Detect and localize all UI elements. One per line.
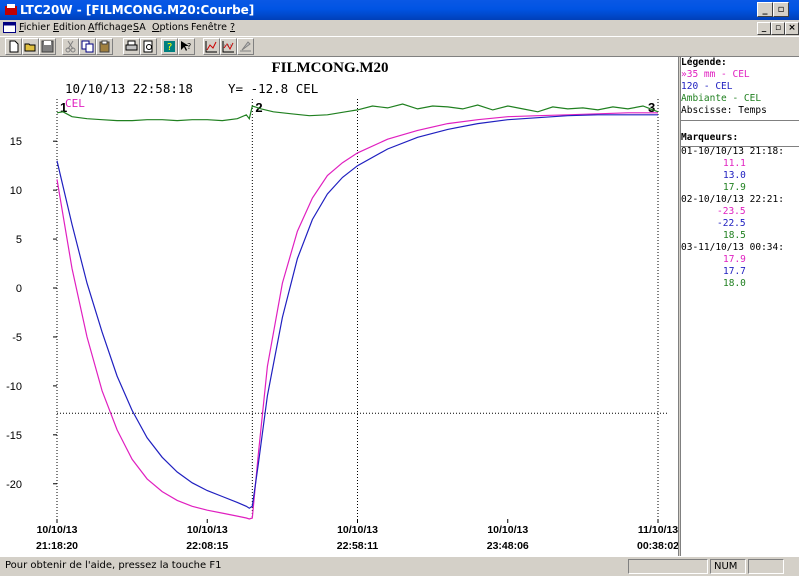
- svg-text:?: ?: [167, 42, 172, 53]
- new-button[interactable]: [5, 38, 22, 55]
- minimize-button[interactable]: _: [757, 2, 773, 17]
- x-tick-date: 10/10/13: [337, 524, 378, 536]
- context-help-button[interactable]: ?: [178, 38, 195, 55]
- y-tick-label: -10: [6, 381, 22, 393]
- marker-1-value-120: 13.0: [723, 170, 746, 181]
- y-tick-label: -5: [12, 332, 22, 344]
- menu-sa[interactable]: SA: [133, 22, 146, 33]
- chart-line-button[interactable]: [220, 38, 237, 55]
- x-tick-time: 21:18:20: [36, 540, 78, 552]
- marker-1-value-35mm: 11.1: [723, 158, 746, 169]
- y-tick-label: -15: [6, 430, 22, 442]
- chart-grid-button[interactable]: [203, 38, 220, 55]
- help-button[interactable]: ?: [161, 38, 178, 55]
- toolbar: ? ?: [0, 36, 799, 57]
- legend-entry-ambiante: Ambiante - CEL: [681, 93, 762, 104]
- app-icon: [5, 4, 17, 15]
- marker-3-value-35mm: 17.9: [723, 254, 746, 265]
- status-num-indicator: NUM: [710, 559, 746, 574]
- chart-title: FILMCONG.M20: [271, 60, 388, 76]
- title-bar[interactable]: LTC20W - [FILMCONG.M20:Courbe] _ ▫ ×: [0, 0, 799, 20]
- cursor-y-readout: Y= -12.8 CEL: [228, 81, 318, 96]
- menu-affichage[interactable]: Affichage: [88, 22, 133, 33]
- mdi-minimize-button[interactable]: _: [757, 22, 771, 35]
- marker-3-value-120: 17.7: [723, 266, 746, 277]
- cursor-time-readout: 10/10/13 22:58:18: [65, 81, 193, 96]
- y-tick-label: 5: [16, 234, 22, 246]
- marker-1-value-ambiante: 17.9: [723, 182, 746, 193]
- copy-button[interactable]: [79, 38, 96, 55]
- marker-2-value-120: -22.5: [717, 218, 746, 229]
- y-tick-label: 10: [10, 185, 22, 197]
- open-icon: [24, 43, 36, 52]
- legend-divider: [681, 120, 799, 121]
- menu-options[interactable]: Options: [152, 22, 189, 33]
- marker-3-value-ambiante: 18.0: [723, 278, 746, 289]
- legend-entry-35mm: »35 mm - CEL: [681, 69, 750, 80]
- x-tick-time: 00:38:02: [637, 540, 678, 552]
- x-tick-time: 22:58:11: [337, 540, 379, 552]
- svg-text:?: ?: [187, 42, 191, 51]
- x-tick-date: 10/10/13: [37, 524, 78, 536]
- save-icon: [41, 40, 54, 53]
- restore-button[interactable]: ▫: [773, 2, 789, 17]
- help-icon: ?: [164, 41, 175, 53]
- series-line-ambiante: [56, 103, 659, 122]
- print-icon: [125, 40, 138, 51]
- copy-icon: [81, 40, 94, 53]
- y-tick-label: -20: [6, 479, 22, 491]
- status-help-text: Pour obtenir de l'aide, pressez la touch…: [5, 560, 222, 571]
- marker-3-header: 03-11/10/13 00:34:: [681, 242, 784, 253]
- x-tick-date: 10/10/13: [187, 524, 228, 536]
- mdi-restore-button[interactable]: ▫: [771, 22, 785, 35]
- status-panel-empty: [628, 559, 708, 574]
- marker-2-value-35mm: -23.5: [717, 206, 746, 217]
- cut-icon: [65, 40, 76, 53]
- chart-line-icon: [222, 41, 234, 53]
- print-preview-button[interactable]: [140, 38, 157, 55]
- print-preview-icon: [143, 40, 153, 53]
- menu-bar: Fichier Edition Affichage SA Options Fen…: [0, 20, 799, 36]
- paste-icon: [99, 40, 110, 53]
- marker-1-header: 01-10/10/13 21:18:: [681, 146, 784, 157]
- x-tick-date: 11/10/13: [638, 524, 678, 536]
- menu-help[interactable]: ?: [230, 22, 235, 33]
- x-tick-time: 22:08:15: [186, 540, 228, 552]
- legend-entry-120: 120 - CEL: [681, 81, 733, 92]
- line-chart[interactable]: FILMCONG.M20 10/10/13 22:58:18 Y= -12.8 …: [0, 57, 678, 556]
- legend-abscissa: Abscisse: Temps: [681, 105, 767, 116]
- window-title: LTC20W - [FILMCONG.M20:Courbe]: [20, 3, 255, 17]
- open-button[interactable]: [22, 38, 39, 55]
- legend-panel: Légende: »35 mm - CEL 120 - CEL Ambiante…: [681, 57, 799, 556]
- series-line-120: [56, 114, 658, 509]
- x-tick-time: 23:48:06: [487, 540, 529, 552]
- markers-title: Marqueurs:: [681, 132, 739, 143]
- chart-grid-icon: [205, 41, 217, 53]
- cut-button[interactable]: [62, 38, 79, 55]
- save-button[interactable]: [39, 38, 56, 55]
- menu-fenetre[interactable]: Fenêtre: [191, 22, 227, 33]
- chart-tool-icon: [240, 41, 251, 52]
- context-help-icon: ?: [181, 41, 191, 51]
- paste-button[interactable]: [96, 38, 113, 55]
- menu-edition[interactable]: Edition: [53, 22, 86, 33]
- plot-area[interactable]: FILMCONG.M20 10/10/13 22:58:18 Y= -12.8 …: [0, 57, 678, 556]
- marker-2-header: 02-10/10/13 22:21:: [681, 194, 784, 205]
- document-icon[interactable]: [3, 22, 16, 33]
- legend-title: Légende:: [681, 57, 727, 68]
- unit-label: CEL: [65, 97, 85, 110]
- print-button[interactable]: [123, 38, 140, 55]
- mdi-close-button[interactable]: ×: [785, 22, 799, 35]
- menu-fichier[interactable]: Fichier: [19, 22, 50, 33]
- marker-2-value-ambiante: 18.5: [723, 230, 746, 241]
- x-tick-date: 10/10/13: [487, 524, 528, 536]
- y-tick-label: 15: [10, 136, 22, 148]
- y-tick-label: 0: [16, 283, 22, 295]
- status-panel-scrl: [748, 559, 784, 574]
- status-bar: Pour obtenir de l'aide, pressez la touch…: [0, 556, 799, 576]
- new-icon: [9, 40, 19, 53]
- chart-tool-button[interactable]: [237, 38, 254, 55]
